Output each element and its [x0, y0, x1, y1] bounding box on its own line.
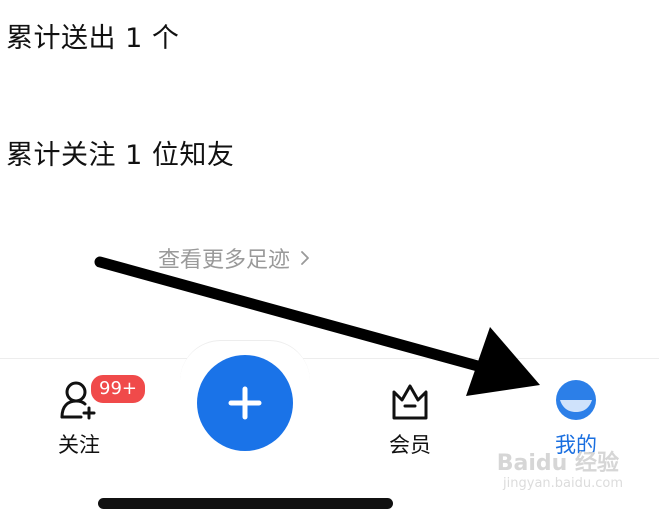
tab-follow-icon-wrap: 99+ — [57, 373, 147, 421]
tab-member-icon-wrap — [388, 379, 432, 421]
watermark-url: jingyan.baidu.com — [503, 476, 623, 491]
tab-member-label: 会员 — [389, 433, 431, 457]
crown-bag-icon — [392, 384, 428, 420]
notification-badge: 99+ — [89, 373, 147, 405]
tab-member[interactable]: 会员 — [350, 379, 470, 459]
tab-mine-icon-wrap — [554, 379, 598, 421]
tab-follow[interactable]: 99+ 关注 — [19, 373, 147, 459]
screen: 累计送出 1 个 累计关注 1 位知友 查看更多足迹 99+ 关注 会员 我的 … — [0, 0, 659, 525]
home-indicator[interactable] — [98, 498, 393, 509]
chevron-right-icon — [301, 251, 309, 265]
watermark-logo: Baidu 经验 — [496, 451, 619, 476]
view-more-footprints-link[interactable]: 查看更多足迹 — [158, 242, 310, 274]
stat-sent-count: 累计送出 1 个 — [6, 23, 180, 54]
stat-follow-count: 累计关注 1 位知友 — [6, 140, 235, 171]
plus-icon — [228, 386, 262, 420]
create-plus-button[interactable] — [197, 355, 293, 451]
tab-follow-label: 关注 — [58, 433, 100, 457]
avatar-icon — [556, 380, 596, 420]
view-more-footprints-label: 查看更多足迹 — [158, 248, 291, 273]
